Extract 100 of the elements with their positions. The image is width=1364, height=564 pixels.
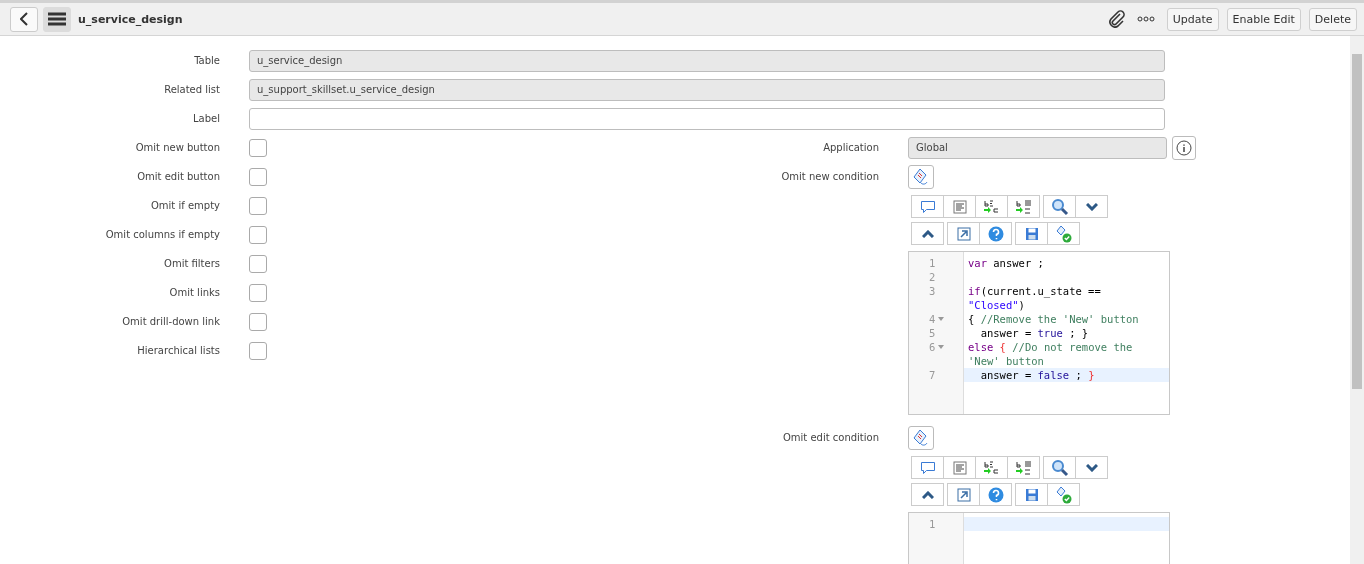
help-icon	[987, 225, 1004, 242]
checkbox[interactable]	[249, 254, 267, 273]
toolbar-button[interactable]	[1075, 456, 1108, 479]
toolbar-button[interactable]	[979, 483, 1012, 506]
toolbar-button[interactable]	[1043, 195, 1076, 218]
toolbar-button[interactable]	[911, 483, 944, 506]
replace-icon	[982, 198, 1001, 215]
toolbar-button[interactable]	[1015, 222, 1048, 245]
field-label: Related list	[163, 84, 220, 95]
back-icon	[20, 12, 28, 26]
record-title: u_service_design	[78, 12, 183, 26]
checkbox[interactable]	[249, 341, 267, 360]
script-button[interactable]	[908, 164, 934, 189]
popout-icon	[956, 487, 971, 502]
checkbox-label: Hierarchical lists	[136, 345, 220, 356]
checkbox[interactable]	[249, 167, 267, 186]
chevron-up-icon	[921, 490, 934, 499]
field-label: Application	[822, 142, 879, 153]
checkbox-label: Omit filters	[163, 258, 220, 269]
code-line: if(current.u_state ==	[967, 285, 1101, 297]
align-left-icon	[952, 199, 967, 214]
scrollbar-thumb[interactable]	[1352, 54, 1362, 389]
field-label: Label	[192, 113, 220, 124]
toolbar-button[interactable]	[1043, 456, 1076, 479]
checkbox[interactable]	[249, 196, 267, 215]
code-line: 'New' button	[967, 355, 1044, 367]
code-line: { //Remove the 'New' button	[967, 313, 1139, 325]
field-label: Omit edit condition	[781, 432, 879, 443]
line-number: 4	[929, 313, 936, 325]
code-editor[interactable]: 1 var answer ; 2 3 if(current.u_state == "Closed") 4 { //Remove the 'New' button 5 answer = true ; } 6 else { //Do not remove the 'New' button 7 answer = false ; }	[908, 251, 1170, 415]
toolbar-button[interactable]	[911, 222, 944, 245]
menu-icon	[48, 12, 66, 26]
line-number: 2	[929, 271, 936, 283]
search-icon	[1050, 458, 1069, 477]
back-button[interactable]	[10, 6, 38, 32]
scrollbar[interactable]	[1350, 36, 1364, 564]
chevron-down-icon	[1085, 202, 1098, 211]
search-icon	[1050, 197, 1069, 216]
checkbox-label: Omit new button	[134, 142, 220, 153]
info-button[interactable]	[1172, 135, 1196, 160]
script-button[interactable]	[908, 425, 934, 450]
chevron-up-icon	[921, 229, 934, 238]
line-number: 7	[929, 369, 936, 381]
checkbox[interactable]	[249, 283, 267, 302]
toolbar-button[interactable]	[947, 222, 980, 245]
checkbox[interactable]	[249, 138, 267, 157]
checkbox[interactable]	[249, 225, 267, 244]
speech-bubble-icon	[919, 199, 936, 214]
replace-all-icon	[1014, 459, 1033, 476]
toolbar-button[interactable]	[911, 195, 944, 218]
line-number: 1	[929, 257, 936, 269]
checkbox-label: Omit columns if empty	[104, 229, 220, 240]
chevron-down-icon	[1085, 463, 1098, 472]
checkbox[interactable]	[249, 312, 267, 331]
toolbar-button[interactable]	[911, 456, 944, 479]
info-icon	[1176, 139, 1192, 156]
line-number: 3	[929, 285, 936, 297]
script-icon	[913, 428, 929, 447]
fold-arrow-icon[interactable]	[938, 345, 945, 349]
checkbox-label: Omit edit button	[136, 171, 220, 182]
toolbar-button[interactable]	[1047, 222, 1080, 245]
code-line: var answer ;	[967, 257, 1044, 269]
checkbox-label: Omit links	[168, 287, 220, 298]
script-check-icon	[1054, 224, 1073, 243]
field-label: Omit new condition	[780, 171, 879, 182]
line-number: 1	[929, 518, 936, 530]
script-check-icon	[1054, 485, 1073, 504]
code-line: else { //Do not remove the	[967, 341, 1133, 353]
checkbox-label: Omit drill-down link	[121, 316, 220, 327]
action-button[interactable]: Delete	[1308, 7, 1357, 31]
replace-all-icon	[1014, 198, 1033, 215]
script-icon	[913, 167, 929, 186]
popout-icon	[956, 226, 971, 241]
readonly-field: Global	[908, 136, 1167, 159]
code-line: answer = true ; }	[979, 327, 1089, 339]
line-number: 6	[929, 341, 936, 353]
action-button[interactable]: Update	[1166, 7, 1219, 31]
toolbar-button[interactable]	[1075, 195, 1108, 218]
toolbar-button[interactable]	[947, 483, 980, 506]
help-icon	[987, 486, 1004, 503]
speech-bubble-icon	[919, 460, 936, 475]
checkbox-label: Omit if empty	[149, 200, 220, 211]
more-icon[interactable]	[1136, 16, 1155, 22]
save-icon	[1024, 226, 1039, 241]
code-line: "Closed")	[967, 299, 1025, 311]
line-number: 5	[929, 327, 936, 339]
fold-arrow-icon[interactable]	[938, 317, 945, 321]
replace-icon	[982, 459, 1001, 476]
toolbar-button[interactable]	[1015, 483, 1048, 506]
field-label: Table	[193, 55, 220, 66]
readonly-field: u_support_skillset.u_service_design	[249, 78, 1165, 101]
action-button[interactable]: Enable Edit	[1226, 7, 1301, 31]
menu-button[interactable]	[43, 6, 71, 32]
save-icon	[1024, 487, 1039, 502]
toolbar-button[interactable]	[1047, 483, 1080, 506]
paperclip-icon[interactable]	[1107, 10, 1126, 28]
input-field[interactable]	[249, 107, 1165, 130]
readonly-field: u_service_design	[249, 49, 1165, 72]
toolbar-button[interactable]	[979, 222, 1012, 245]
align-left-icon	[952, 460, 967, 475]
